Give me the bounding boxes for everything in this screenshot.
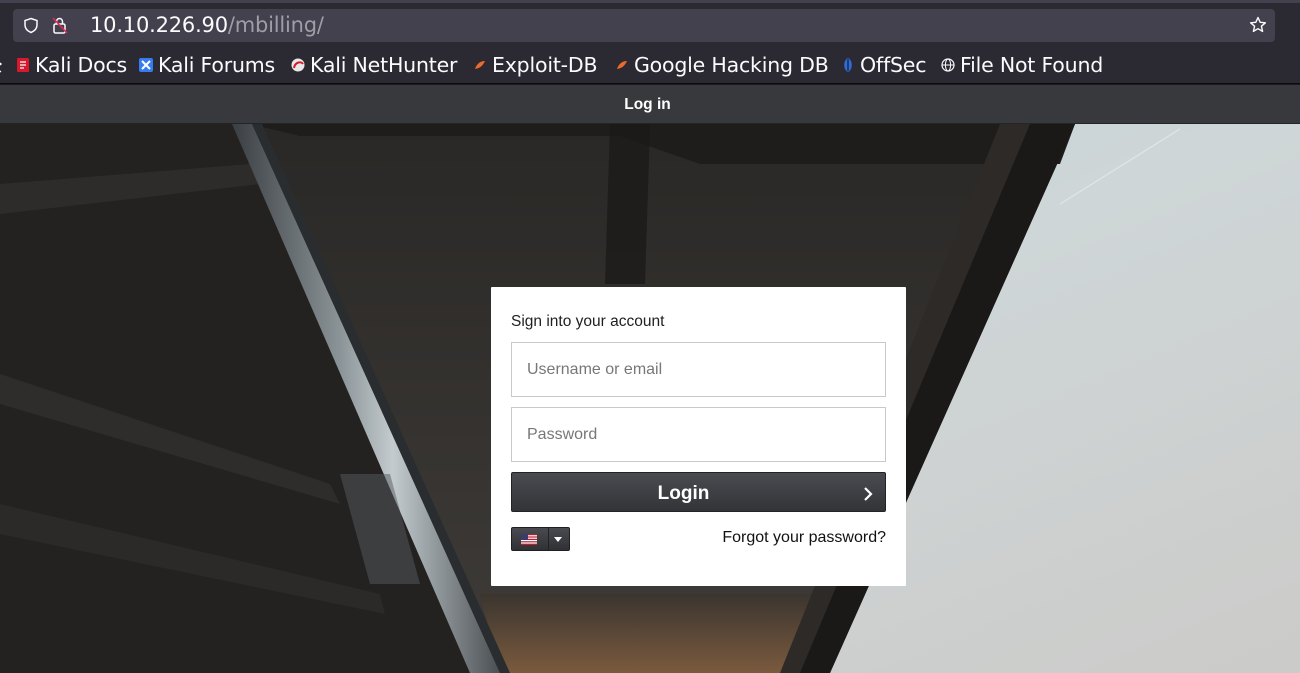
bookmark-star-icon[interactable] bbox=[1249, 16, 1267, 34]
exploit-db-icon bbox=[475, 61, 485, 69]
bookmark-kali-docs[interactable]: Kali Docs bbox=[16, 51, 127, 79]
bookmarks-toolbar: Kali Docs Kali Forums Kali NetHunter Exp… bbox=[0, 46, 1300, 84]
bookmark-google-hacking-db[interactable]: Google Hacking DB bbox=[615, 51, 829, 79]
bookmark-label: OffSec bbox=[860, 53, 927, 77]
login-button[interactable]: Login bbox=[511, 472, 886, 512]
bookmark-label: Exploit-DB bbox=[492, 53, 598, 77]
forgot-password-link[interactable]: Forgot your password? bbox=[722, 529, 886, 547]
shield-icon[interactable] bbox=[23, 17, 39, 34]
url-path: /mbilling/ bbox=[227, 13, 324, 37]
bookmark-label: Google Hacking DB bbox=[634, 53, 829, 77]
bookmark-overflow-fragment[interactable] bbox=[0, 51, 4, 79]
globe-icon bbox=[941, 58, 955, 72]
selector-divider bbox=[548, 528, 549, 550]
login-heading: Sign into your account bbox=[511, 313, 665, 330]
username-input[interactable] bbox=[511, 342, 886, 397]
bookmark-kali-forums[interactable]: Kali Forums bbox=[139, 51, 275, 79]
us-flag-icon bbox=[521, 534, 537, 545]
address-bar[interactable]: 10.10.226.90/mbilling/ bbox=[13, 9, 1275, 42]
kali-forums-icon bbox=[139, 58, 153, 72]
partial-icon bbox=[0, 62, 3, 73]
page-title: Log in bbox=[624, 96, 671, 113]
chevron-right-icon bbox=[864, 487, 873, 501]
bookmark-label: File Not Found bbox=[960, 53, 1104, 77]
kali-docs-icon bbox=[17, 58, 29, 72]
bookmark-offsec[interactable]: OffSec bbox=[841, 51, 926, 79]
insecure-lock-icon[interactable] bbox=[51, 16, 69, 35]
google-hacking-db-icon bbox=[617, 61, 627, 69]
kali-nethunter-icon bbox=[291, 58, 305, 72]
url-host: 10.10.226.90 bbox=[90, 13, 228, 37]
language-selector[interactable] bbox=[511, 527, 570, 551]
offsec-icon bbox=[844, 58, 852, 72]
login-card: Sign into your account Login Forgot your… bbox=[491, 287, 906, 586]
page-header: Log in bbox=[0, 85, 1300, 124]
bookmark-exploit-db[interactable]: Exploit-DB bbox=[473, 51, 598, 79]
url-text[interactable]: 10.10.226.90/mbilling/ bbox=[90, 12, 324, 39]
bookmark-kali-nethunter[interactable]: Kali NetHunter bbox=[291, 51, 457, 79]
login-button-label: Login bbox=[657, 483, 710, 504]
caret-down-icon bbox=[554, 537, 562, 542]
bookmark-file-not-found[interactable]: File Not Found bbox=[941, 51, 1103, 79]
bookmark-label: Kali Forums bbox=[158, 53, 276, 77]
bookmark-label: Kali NetHunter bbox=[310, 53, 458, 77]
bookmark-label: Kali Docs bbox=[35, 53, 128, 77]
password-input[interactable] bbox=[511, 407, 886, 462]
browser-toolbar: 10.10.226.90/mbilling/ bbox=[0, 0, 1300, 46]
